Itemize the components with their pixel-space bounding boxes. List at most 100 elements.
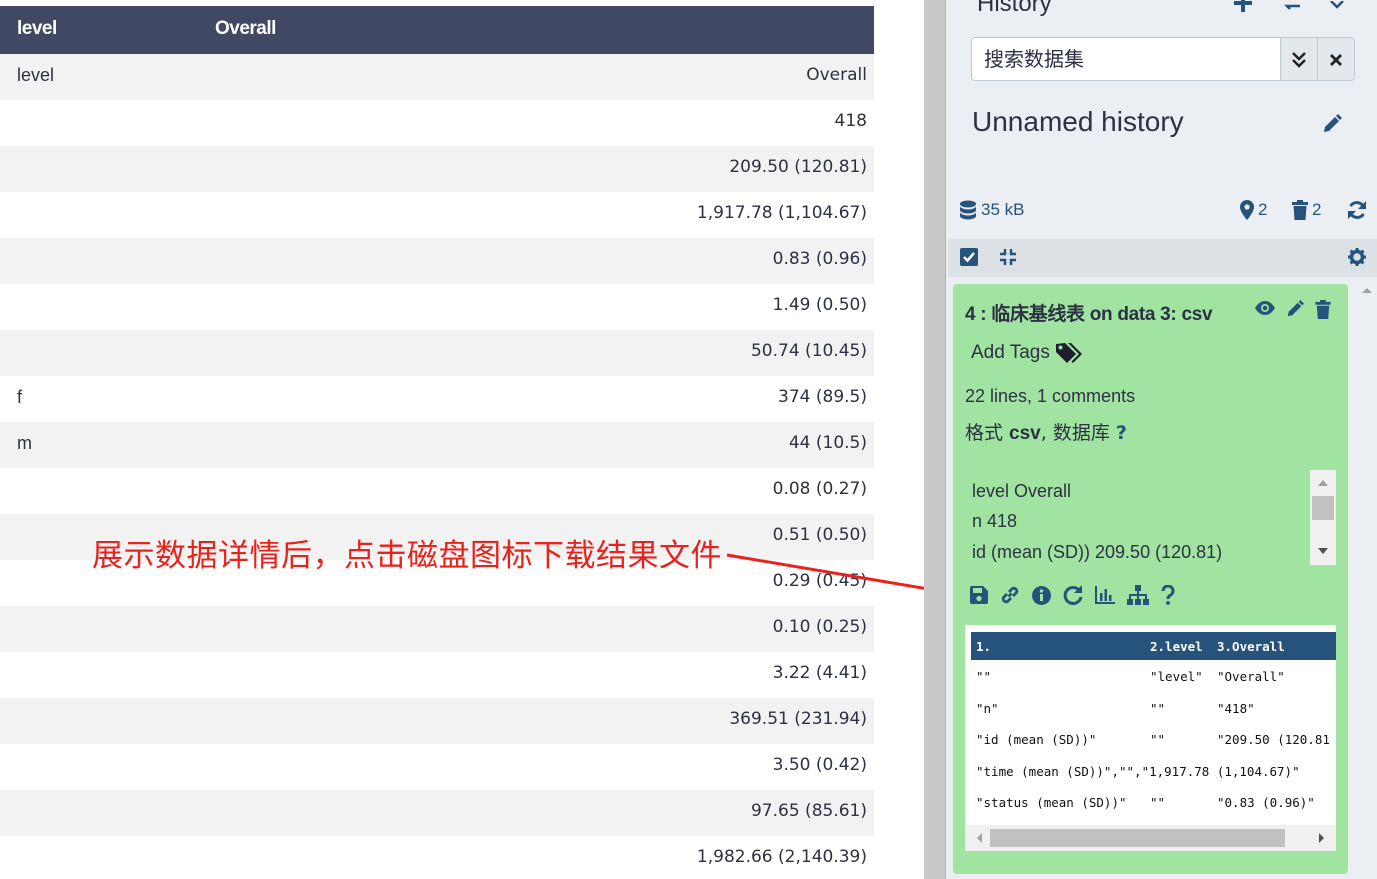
selection-bar (948, 239, 1377, 277)
clear-search-button[interactable] (1317, 38, 1354, 80)
preview-header: 1. 2.level 3.Overall (971, 632, 1336, 660)
dataset-format-info: 格式 csv, 数据库 ? (965, 418, 1127, 445)
format-value: csv (1009, 423, 1041, 444)
peek-line: n 418 (972, 511, 1018, 531)
link-icon[interactable] (1000, 585, 1020, 610)
dataset-actions (970, 584, 1175, 610)
switch-history-icon[interactable] (1282, 0, 1302, 18)
eye-icon[interactable] (1255, 300, 1275, 324)
header-level[interactable]: level (17, 18, 57, 40)
preview-cell: "0.83 (0.96)" (1217, 795, 1315, 810)
edit-dataset-icon[interactable] (1286, 300, 1304, 324)
table-cell-overall: 3.22 (4.41) (772, 663, 867, 683)
preview-row: "status (mean (SD))" "" "0.83 (0.96)" (971, 788, 1336, 819)
table-cell-overall: 418 (834, 111, 867, 131)
peek-scrollbar[interactable] (1310, 470, 1336, 565)
refresh-icon[interactable] (1347, 200, 1367, 220)
format-prefix: 格式 (965, 422, 1010, 444)
preview-scroll-thumb[interactable] (990, 829, 1285, 847)
table-cell-overall: 0.10 (0.25) (772, 617, 867, 637)
table-row: m 44 (10.5) (0, 422, 874, 468)
double-chevron-down-icon (1292, 52, 1306, 68)
edit-history-icon[interactable] (1322, 114, 1342, 139)
dataset-map-icon[interactable] (1127, 585, 1149, 610)
search-input[interactable] (972, 38, 1280, 80)
table-cell-overall: 374 (89.5) (778, 387, 867, 407)
panel-divider[interactable] (924, 0, 946, 879)
data-table: level Overall level Overall 418 209.50 (120… (0, 0, 874, 879)
scroll-up-icon[interactable] (1357, 280, 1377, 300)
plus-icon[interactable] (1234, 0, 1252, 18)
history-scrollbar[interactable] (1357, 280, 1377, 879)
caret-down-icon[interactable] (1330, 0, 1344, 17)
preview-cell: "n" (976, 700, 999, 716)
deleted-datasets[interactable]: 2 (1292, 200, 1321, 220)
database-icon (960, 200, 976, 220)
save-disk-icon[interactable] (970, 586, 988, 609)
select-all-checkbox[interactable] (960, 248, 978, 271)
preview-cell: "" (1150, 795, 1166, 810)
table-cell-overall: 0.29 (0.45) (772, 571, 867, 591)
add-tags-label: Add Tags (971, 342, 1050, 363)
preview-cell: "time (mean (SD))","","1,917.78 (1,104.6… (976, 763, 1300, 779)
close-icon (1330, 54, 1342, 66)
preview-row: "id (mean (SD))" "" "209.50 (120.81 (971, 725, 1336, 756)
preview-cell: "status (mean (SD))" (976, 795, 1127, 810)
delete-dataset-icon[interactable] (1315, 300, 1331, 324)
table-cell-level: level (17, 65, 55, 85)
add-tags[interactable]: Add Tags (971, 342, 1082, 364)
table-row: 97.65 (85.61) (0, 790, 874, 836)
table-row: f 374 (89.5) (0, 376, 874, 422)
table-row: 3.50 (0.42) (0, 744, 874, 790)
table-cell-overall: 369.51 (231.94) (729, 709, 867, 729)
deleted-count: 2 (1312, 200, 1322, 219)
table-row: 3.22 (4.41) (0, 652, 874, 698)
collapse-icon[interactable] (999, 248, 1017, 271)
dataset-search (971, 37, 1355, 81)
table-row: 1.49 (0.50) (0, 284, 874, 330)
tags-icon (1055, 343, 1082, 363)
visualize-chart-icon[interactable] (1095, 586, 1115, 609)
advanced-search-button[interactable] (1280, 38, 1317, 80)
table-row: 0.10 (0.25) (0, 606, 874, 652)
table-row: 209.50 (120.81) (0, 146, 874, 192)
header-overall[interactable]: Overall (215, 18, 276, 40)
table-row: level Overall (0, 54, 874, 100)
history-size[interactable]: 35 kB (959, 200, 1024, 220)
gear-icon[interactable] (1348, 248, 1366, 271)
table-row: 1,917.78 (1,104.67) (0, 192, 874, 238)
preview-cell: "418" (1217, 700, 1255, 716)
table-cell-overall: 0.51 (0.50) (772, 525, 867, 545)
preview-cell: "id (mean (SD))" (976, 732, 1097, 747)
table-row: 418 (0, 100, 874, 146)
help-icon[interactable] (1161, 584, 1175, 610)
table-cell-overall: 1.49 (0.50) (772, 295, 867, 315)
shown-count: 2 (1258, 200, 1268, 219)
dataset-title[interactable]: 4 : 临床基线表 on data 3: csv (965, 299, 1213, 326)
history-name: Unnamed history (972, 106, 1184, 137)
preview-cell: "209.50 (120.81 (1217, 732, 1330, 747)
dataset-primary-actions (1255, 300, 1331, 324)
table-row: 50.74 (10.45) (0, 330, 874, 376)
table-cell-overall: 1,917.78 (1,104.67) (696, 203, 867, 223)
map-marker-icon (1240, 200, 1254, 220)
preview-horizontal-scrollbar[interactable] (965, 825, 1336, 851)
table-cell-overall: 209.50 (120.81) (729, 157, 867, 177)
history-heading: History (977, 0, 1052, 17)
preview-row: "n" "" "418" (971, 694, 1336, 725)
dataset-card[interactable]: 4 : 临床基线表 on data 3: csv Add Tags 22 lin… (953, 284, 1348, 874)
table-cell-overall: 50.74 (10.45) (750, 341, 867, 361)
db-value[interactable]: ? (1116, 422, 1127, 444)
table-header: level Overall (0, 6, 874, 54)
preview-row: "time (mean (SD))","","1,917.78 (1,104.6… (971, 757, 1336, 788)
dataset-peek: level Overall n 418 id (mean (SD)) 209.5… (965, 470, 1336, 565)
history-size-label: 35 kB (981, 200, 1025, 219)
table-cell-overall: 0.08 (0.27) (772, 479, 867, 499)
info-icon[interactable] (1032, 585, 1051, 610)
preview-header-cell: 3.Overall (1217, 639, 1285, 654)
rerun-icon[interactable] (1063, 585, 1083, 610)
history-panel: History Unnamed history 35 kB 2 2 (946, 0, 1377, 879)
table-cell-overall: 1,982.66 (2,140.39) (696, 847, 867, 867)
shown-datasets[interactable]: 2 (1240, 200, 1267, 220)
table-cell-overall: 0.83 (0.96) (772, 249, 867, 269)
